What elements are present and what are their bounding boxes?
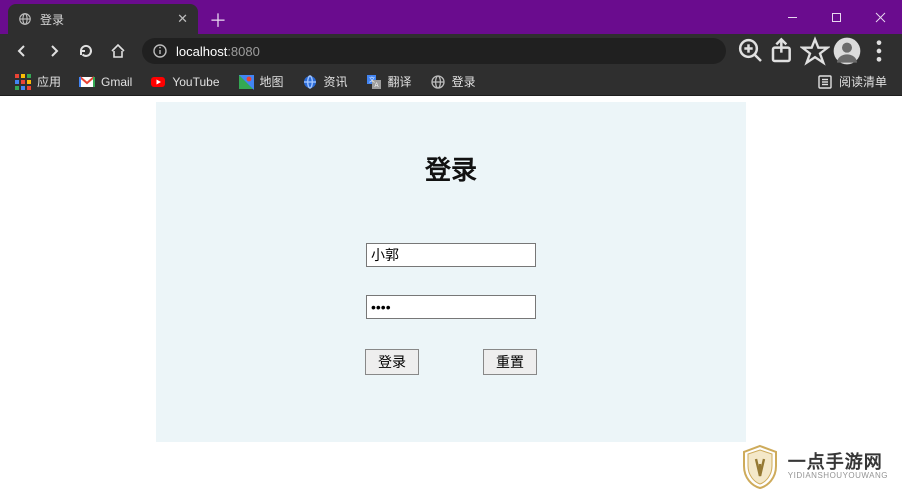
login-form: 登录 重置 [156,243,746,375]
bookmark-label: Gmail [101,75,132,89]
forward-button[interactable] [40,37,68,65]
bookmark-star-icon[interactable] [800,37,830,65]
bookmark-translate[interactable]: 文A 翻译 [359,70,419,93]
watermark-cn: 一点手游网 [788,453,888,472]
zoom-icon[interactable] [736,37,766,65]
translate-icon: 文A [366,74,382,90]
minimize-button[interactable] [770,0,814,34]
bookmarks-bar: 应用 Gmail YouTube 地图 资讯 [0,68,902,96]
reading-list-label: 阅读清单 [839,73,887,90]
watermark-en: YIDIANSHOUYOUWANG [788,472,888,480]
submit-button[interactable]: 登录 [365,349,419,375]
bookmark-gmail[interactable]: Gmail [72,71,139,93]
watermark: 一点手游网 YIDIANSHOUYOUWANG [740,444,888,490]
button-row: 登录 重置 [365,349,537,375]
youtube-icon [150,74,166,90]
bookmark-label: 登录 [452,73,476,90]
page-title: 登录 [156,102,746,187]
maximize-button[interactable] [814,0,858,34]
home-button[interactable] [104,37,132,65]
close-icon[interactable]: ✕ [177,11,188,27]
reading-list-button[interactable]: 阅读清单 [810,70,894,93]
bookmark-label: 资讯 [324,73,348,90]
reset-button[interactable]: 重置 [483,349,537,375]
bookmark-label: 地图 [260,73,284,90]
bookmark-label: 应用 [37,73,61,90]
url-host: localhost [176,44,227,59]
globe-icon [430,74,446,90]
apps-grid-icon [15,74,31,90]
share-icon[interactable] [768,37,798,65]
bookmark-label: YouTube [172,75,219,89]
bookmark-label: 翻译 [388,73,412,90]
address-bar: localhost:8080 [0,34,902,68]
reading-list-icon [817,74,833,90]
profile-icon[interactable] [832,37,862,65]
bookmark-youtube[interactable]: YouTube [143,71,226,93]
news-icon [302,74,318,90]
svg-text:A: A [374,83,378,89]
reload-button[interactable] [72,37,100,65]
page-viewport: 登录 登录 重置 [0,96,902,500]
back-button[interactable] [8,37,36,65]
maps-icon [238,74,254,90]
bookmark-maps[interactable]: 地图 [231,70,291,93]
url-port: :8080 [227,44,260,59]
close-window-button[interactable] [858,0,902,34]
browser-tab[interactable]: 登录 ✕ [8,4,198,34]
url-text: localhost:8080 [176,44,260,59]
tab-title: 登录 [40,11,169,28]
login-panel: 登录 登录 重置 [156,102,746,442]
username-input[interactable] [366,243,536,267]
url-input[interactable]: localhost:8080 [142,38,726,64]
site-info-icon[interactable] [152,43,168,59]
titlebar: 登录 ✕ ＋ [0,0,902,34]
shield-icon [740,444,780,490]
window-controls [770,0,902,34]
bookmark-news[interactable]: 资讯 [295,70,355,93]
gmail-icon [79,74,95,90]
bookmark-login[interactable]: 登录 [423,70,483,93]
password-input[interactable] [366,295,536,319]
new-tab-button[interactable]: ＋ [204,6,232,34]
browser-chrome: 登录 ✕ ＋ [0,0,902,500]
globe-icon [18,12,32,26]
menu-icon[interactable] [864,37,894,65]
bookmark-apps[interactable]: 应用 [8,70,68,93]
